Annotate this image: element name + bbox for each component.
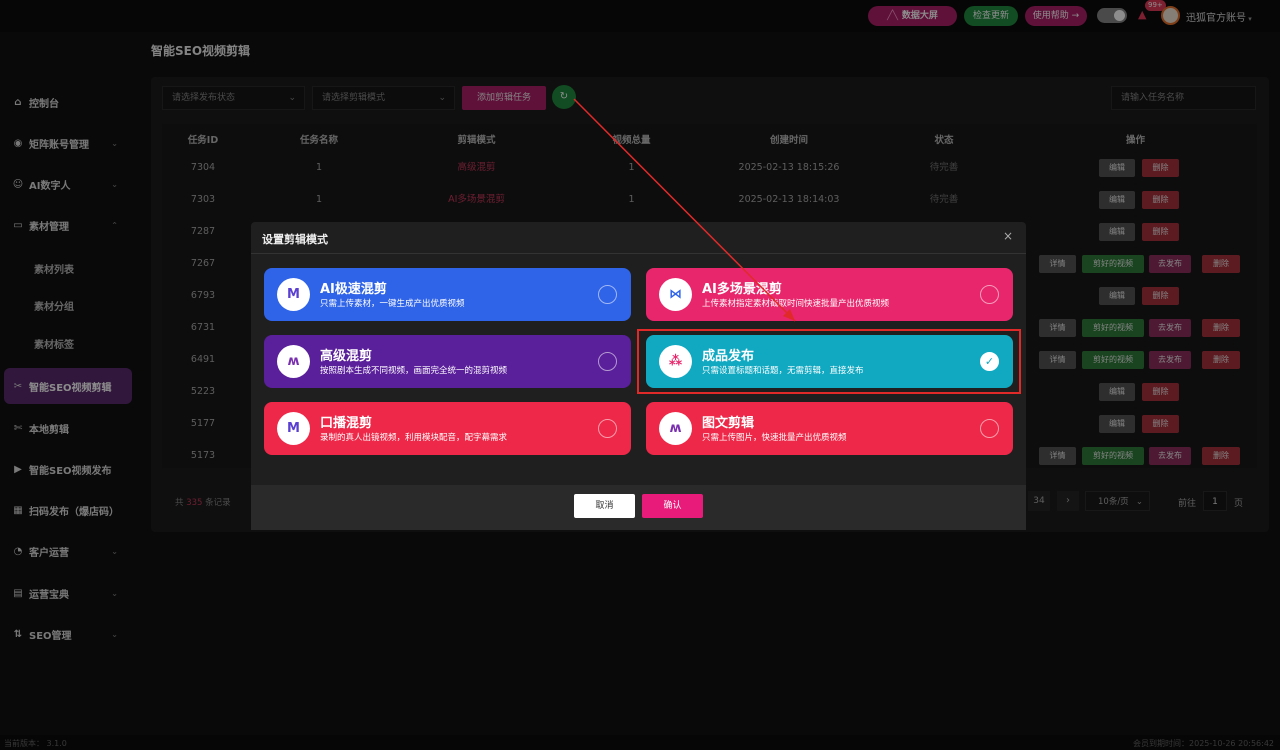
option-title: AI极速混剪 — [320, 282, 387, 297]
mode-option-ai-multi-scene-mix[interactable]: ⋈ AI多场景混剪 上传素材指定素材截取时间快速批量产出优质视频 — [646, 268, 1013, 321]
option-desc: 只需上传素材，一键生成产出优质视频 — [320, 299, 465, 309]
option-radio[interactable] — [980, 285, 999, 304]
option-radio[interactable] — [598, 285, 617, 304]
dialog-title: 设置剪辑模式 — [262, 233, 328, 246]
option-radio[interactable] — [598, 352, 617, 371]
finished-publish-logo-icon: ⁂ — [659, 345, 692, 378]
option-title: 图文剪辑 — [702, 416, 755, 431]
ai-fast-mix-logo-icon: M — [277, 278, 310, 311]
option-title: 口播混剪 — [320, 416, 373, 431]
advanced-mix-logo-icon: ʍ — [277, 345, 310, 378]
close-icon[interactable]: × — [1003, 229, 1013, 243]
mode-option-voice-mix[interactable]: M 口播混剪 录制的真人出镜视频，利用模块配音，配字幕需求 — [264, 402, 631, 455]
option-desc: 按照剧本生成不同视频，画面完全统一的混剪视频 — [320, 366, 508, 376]
dialog-header: 设置剪辑模式 × — [251, 222, 1026, 254]
image-text-logo-icon: ʍ — [659, 412, 692, 445]
option-title: 高级混剪 — [320, 349, 373, 364]
cancel-button[interactable]: 取消 — [574, 494, 635, 518]
dialog-footer — [251, 485, 1026, 530]
option-title: AI多场景混剪 — [702, 282, 782, 297]
option-radio-checked[interactable]: ✓ — [980, 352, 999, 371]
mode-option-image-text-edit[interactable]: ʍ 图文剪辑 只需上传图片，快速批量产出优质视频 — [646, 402, 1013, 455]
mode-option-finished-publish[interactable]: ⁂ 成品发布 只需设置标题和话题，无需剪辑，直接发布 ✓ — [646, 335, 1013, 388]
edit-mode-dialog: 设置剪辑模式 × M AI极速混剪 只需上传素材，一键生成产出优质视频 ⋈ AI… — [251, 222, 1026, 530]
option-desc: 录制的真人出镜视频，利用模块配音，配字幕需求 — [320, 433, 508, 443]
confirm-button[interactable]: 确认 — [642, 494, 703, 518]
multi-scene-logo-icon: ⋈ — [659, 278, 692, 311]
option-radio[interactable] — [598, 419, 617, 438]
option-desc: 只需设置标题和话题，无需剪辑，直接发布 — [702, 366, 864, 376]
option-title: 成品发布 — [702, 349, 755, 364]
option-desc: 只需上传图片，快速批量产出优质视频 — [702, 433, 847, 443]
option-radio[interactable] — [980, 419, 999, 438]
voice-mix-logo-icon: M — [277, 412, 310, 445]
mode-option-ai-fast-mix[interactable]: M AI极速混剪 只需上传素材，一键生成产出优质视频 — [264, 268, 631, 321]
option-desc: 上传素材指定素材截取时间快速批量产出优质视频 — [702, 299, 890, 309]
check-icon: ✓ — [984, 355, 995, 368]
mode-option-advanced-mix[interactable]: ʍ 高级混剪 按照剧本生成不同视频，画面完全统一的混剪视频 — [264, 335, 631, 388]
